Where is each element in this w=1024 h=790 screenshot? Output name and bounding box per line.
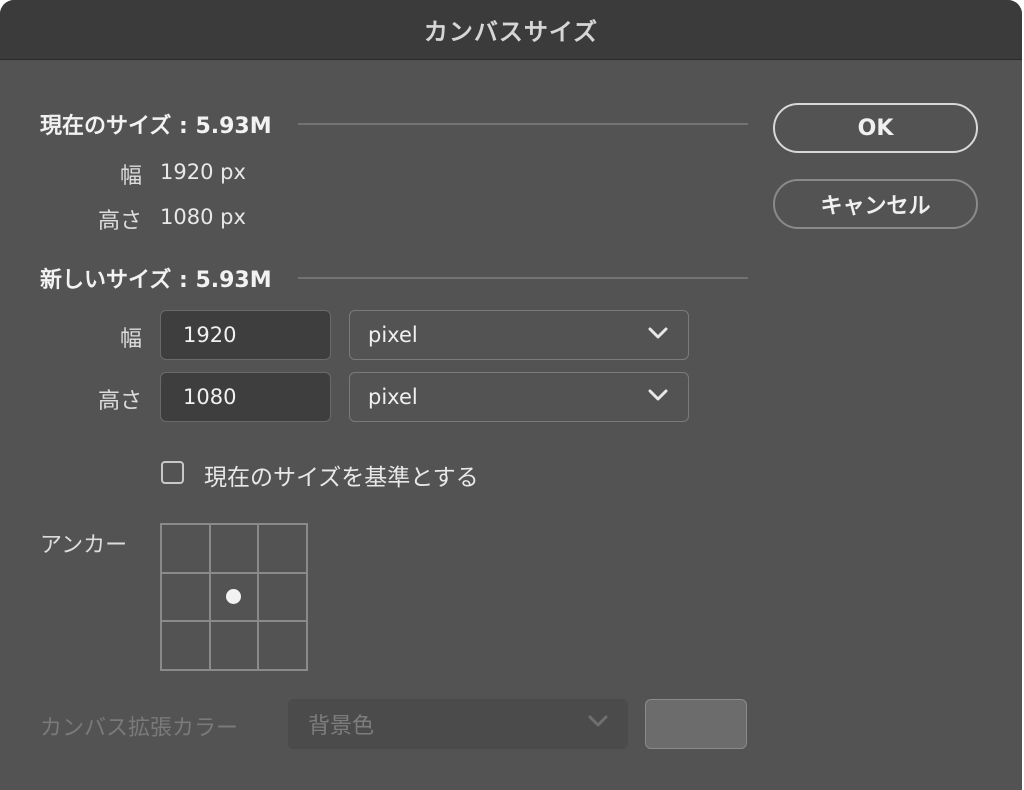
current-width-value: 1920 px (160, 160, 246, 184)
height-unit-select[interactable]: pixel (349, 372, 689, 422)
new-size-heading: 新しいサイズ : 5.93M (40, 268, 272, 293)
extension-color-value: 背景色 (308, 714, 375, 739)
anchor-top-right[interactable] (258, 524, 307, 573)
anchor-middle-right[interactable] (258, 572, 307, 622)
anchor-label: アンカー (40, 533, 128, 558)
anchor-grid (160, 523, 308, 671)
relative-checkbox-label[interactable]: 現在のサイズを基準とする (204, 458, 479, 492)
anchor-bottom-right[interactable] (258, 621, 307, 670)
width-unit-value: pixel (368, 323, 418, 347)
ok-button[interactable]: OK (773, 103, 978, 153)
current-width-label: 幅 (119, 164, 142, 189)
height-input[interactable]: 1080 (160, 372, 331, 422)
title-bar: カンバスサイズ (0, 0, 1022, 60)
height-unit-value: pixel (368, 385, 418, 409)
anchor-middle-left[interactable] (161, 572, 210, 622)
anchor-top-left[interactable] (161, 524, 210, 573)
new-size-divider (298, 277, 748, 279)
anchor-bottom-center[interactable] (209, 621, 259, 670)
cancel-button[interactable]: キャンセル (773, 179, 978, 229)
new-height-label: 高さ (97, 389, 142, 414)
extension-color-swatch (645, 699, 747, 749)
width-input[interactable]: 1920 (160, 310, 331, 360)
anchor-center[interactable] (209, 572, 259, 622)
extension-color-select: 背景色 (288, 699, 628, 749)
chevron-down-icon (648, 327, 668, 339)
anchor-bottom-left[interactable] (161, 621, 210, 670)
chevron-down-icon (648, 389, 668, 401)
relative-checkbox[interactable] (161, 461, 184, 484)
width-unit-select[interactable]: pixel (349, 310, 689, 360)
chevron-down-icon (588, 715, 608, 727)
current-height-label: 高さ (97, 209, 142, 234)
anchor-selected-dot (226, 589, 242, 605)
current-size-divider (298, 123, 748, 125)
canvas-size-dialog: カンバスサイズ 現在のサイズ : 5.93M 幅 1920 px 高さ 1080… (0, 0, 1022, 790)
current-height-value: 1080 px (160, 205, 246, 229)
anchor-top-center[interactable] (209, 524, 259, 573)
dialog-title: カンバスサイズ (423, 18, 599, 46)
new-width-label: 幅 (119, 327, 142, 352)
extension-color-label: カンバス拡張カラー (40, 716, 239, 741)
current-size-heading: 現在のサイズ : 5.93M (40, 114, 272, 139)
